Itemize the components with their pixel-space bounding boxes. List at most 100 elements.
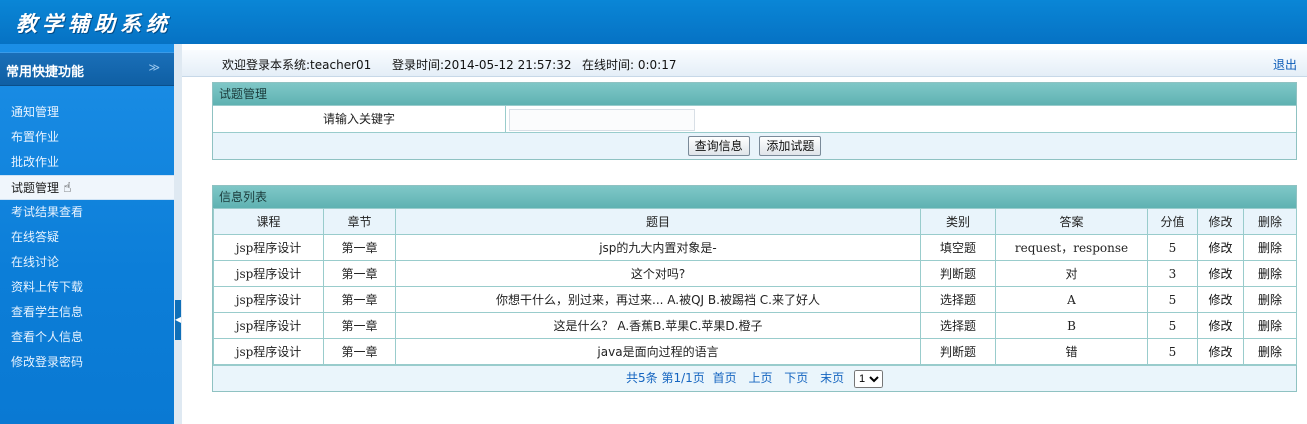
type-cell: 选择题 <box>920 286 996 313</box>
pagination: 共5条 第1/1页 首页 上页 下页 末页 1 <box>213 365 1296 391</box>
score-cell: 5 <box>1147 234 1198 261</box>
delete-link[interactable]: 删除 <box>1243 286 1297 313</box>
sidebar-item-label: 在线答疑 <box>11 230 60 244</box>
chapter-cell: 第一章 <box>323 260 396 287</box>
edit-link[interactable]: 修改 <box>1197 312 1244 339</box>
table-row: jsp程序设计 第一章 java是面向过程的语言 判断题 错 5 修改 删除 <box>213 338 1297 365</box>
search-panel-title: 试题管理 <box>213 83 1296 105</box>
delete-link[interactable]: 删除 <box>1243 260 1297 287</box>
list-panel: 信息列表 课程 章节 题目 类别 答案 分值 修改 删除 jsp程序设计 第一章… <box>212 185 1297 392</box>
course-cell: jsp程序设计 <box>213 234 324 261</box>
edit-link[interactable]: 修改 <box>1197 286 1244 313</box>
course-cell: jsp程序设计 <box>213 312 324 339</box>
answer-cell: B <box>995 312 1148 339</box>
next-page-link[interactable]: 下页 <box>784 371 808 385</box>
sidebar-item-label: 资料上传下载 <box>11 280 84 294</box>
login-time: 登录时间:2014-05-12 21:57:32 <box>392 58 572 72</box>
sidebar-item-question-manage[interactable]: 试题管理 ☝ <box>0 175 174 200</box>
answer-cell: 错 <box>995 338 1148 365</box>
sidebar-item-label: 考试结果查看 <box>11 205 84 219</box>
sidebar-item-online-discussion[interactable]: 在线讨论 <box>0 250 174 275</box>
prev-page-link[interactable]: 上页 <box>748 371 772 385</box>
sidebar-item-label: 查看个人信息 <box>11 330 84 344</box>
first-page-link[interactable]: 首页 <box>713 371 737 385</box>
sidebar-splitter[interactable] <box>174 44 182 424</box>
sidebar-item-label: 试题管理 <box>11 181 60 195</box>
sidebar: 常用快捷功能 ≫ 通知管理 布置作业 批改作业 试题管理 ☝ 考试结果查看 在线答… <box>0 44 174 424</box>
chapter-cell: 第一章 <box>323 234 396 261</box>
score-cell: 5 <box>1147 312 1198 339</box>
edit-link[interactable]: 修改 <box>1197 234 1244 261</box>
chevron-down-icon[interactable]: ≫ <box>148 61 160 74</box>
answer-cell: A <box>995 286 1148 313</box>
sidebar-item-grade-homework[interactable]: 批改作业 <box>0 150 174 175</box>
type-cell: 选择题 <box>920 312 996 339</box>
column-header: 类别 <box>920 208 996 235</box>
sidebar-item-exam-results[interactable]: 考试结果查看 <box>0 200 174 225</box>
column-header: 删除 <box>1243 208 1297 235</box>
page-select[interactable]: 1 <box>853 370 883 388</box>
type-cell: 填空题 <box>920 234 996 261</box>
sidebar-item-online-qa[interactable]: 在线答疑 <box>0 225 174 250</box>
column-header: 分值 <box>1147 208 1198 235</box>
table-row: jsp程序设计 第一章 你想干什么，别过来，再过来... A.被QJ B.被踢裆… <box>213 286 1297 313</box>
question-cell: jsp的九大内置对象是- <box>395 234 921 261</box>
score-cell: 5 <box>1147 338 1198 365</box>
column-header: 答案 <box>995 208 1148 235</box>
welcome-text: 欢迎登录本系统:teacher01 <box>222 58 372 72</box>
button-row: 查询信息 添加试题 <box>213 132 1296 159</box>
type-cell: 判断题 <box>920 260 996 287</box>
question-cell: 这个对吗? <box>395 260 921 287</box>
sidebar-title: 常用快捷功能 <box>6 65 85 80</box>
keyword-input[interactable] <box>509 109 695 131</box>
column-header: 修改 <box>1197 208 1244 235</box>
edit-link[interactable]: 修改 <box>1197 260 1244 287</box>
sidebar-item-change-password[interactable]: 修改登录密码 <box>0 350 174 375</box>
add-question-button[interactable]: 添加试题 <box>759 136 822 156</box>
column-header: 章节 <box>323 208 396 235</box>
delete-link[interactable]: 删除 <box>1243 338 1297 365</box>
score-cell: 5 <box>1147 286 1198 313</box>
online-time: 在线时间: 0:0:17 <box>582 58 677 72</box>
chapter-cell: 第一章 <box>323 338 396 365</box>
sidebar-item-personal-info[interactable]: 查看个人信息 <box>0 325 174 350</box>
list-panel-title: 信息列表 <box>213 186 1296 208</box>
pager-summary: 共5条 第1/1页 <box>626 371 705 385</box>
hand-cursor-icon: ☝ <box>63 180 72 196</box>
course-cell: jsp程序设计 <box>213 286 324 313</box>
keyword-label: 请输入关键字 <box>213 106 506 132</box>
sidebar-menu: 通知管理 布置作业 批改作业 试题管理 ☝ 考试结果查看 在线答疑 在线讨论 资料… <box>0 100 174 375</box>
chapter-cell: 第一章 <box>323 286 396 313</box>
logout-link[interactable]: 退出 <box>1273 56 1297 73</box>
collapse-arrow-icon[interactable]: ◀ <box>175 300 181 340</box>
type-cell: 判断题 <box>920 338 996 365</box>
question-cell: 这是什么？ A.香蕉B.苹果C.苹果D.橙子 <box>395 312 921 339</box>
delete-link[interactable]: 删除 <box>1243 234 1297 261</box>
app-logo: 教学辅助系统 <box>16 11 172 36</box>
main-content: 欢迎登录本系统:teacher01 登录时间:2014-05-12 21:57:… <box>182 44 1307 424</box>
query-button[interactable]: 查询信息 <box>687 136 750 156</box>
header-bar: 教学辅助系统 <box>0 0 1307 44</box>
sidebar-item-label: 修改登录密码 <box>11 355 84 369</box>
course-cell: jsp程序设计 <box>213 338 324 365</box>
sidebar-item-student-info[interactable]: 查看学生信息 <box>0 300 174 325</box>
delete-link[interactable]: 删除 <box>1243 312 1297 339</box>
column-header: 课程 <box>213 208 324 235</box>
score-cell: 3 <box>1147 260 1198 287</box>
edit-link[interactable]: 修改 <box>1197 338 1244 365</box>
table-header-row: 课程 章节 题目 类别 答案 分值 修改 删除 <box>213 208 1297 235</box>
sidebar-item-label: 布置作业 <box>11 130 60 144</box>
sidebar-item-files[interactable]: 资料上传下载 <box>0 275 174 300</box>
sidebar-item-notice[interactable]: 通知管理 <box>0 100 174 125</box>
question-cell: java是面向过程的语言 <box>395 338 921 365</box>
search-row: 请输入关键字 <box>213 105 1296 132</box>
question-table: 课程 章节 题目 类别 答案 分值 修改 删除 jsp程序设计 第一章 jsp的… <box>213 208 1297 365</box>
course-cell: jsp程序设计 <box>213 260 324 287</box>
last-page-link[interactable]: 末页 <box>820 371 844 385</box>
sidebar-item-assign-homework[interactable]: 布置作业 <box>0 125 174 150</box>
question-cell: 你想干什么，别过来，再过来... A.被QJ B.被踢裆 C.来了好人 <box>395 286 921 313</box>
sidebar-header[interactable]: 常用快捷功能 ≫ <box>0 52 174 86</box>
answer-cell: 对 <box>995 260 1148 287</box>
table-row: jsp程序设计 第一章 jsp的九大内置对象是- 填空题 request，res… <box>213 234 1297 261</box>
info-bar: 欢迎登录本系统:teacher01 登录时间:2014-05-12 21:57:… <box>182 50 1307 77</box>
